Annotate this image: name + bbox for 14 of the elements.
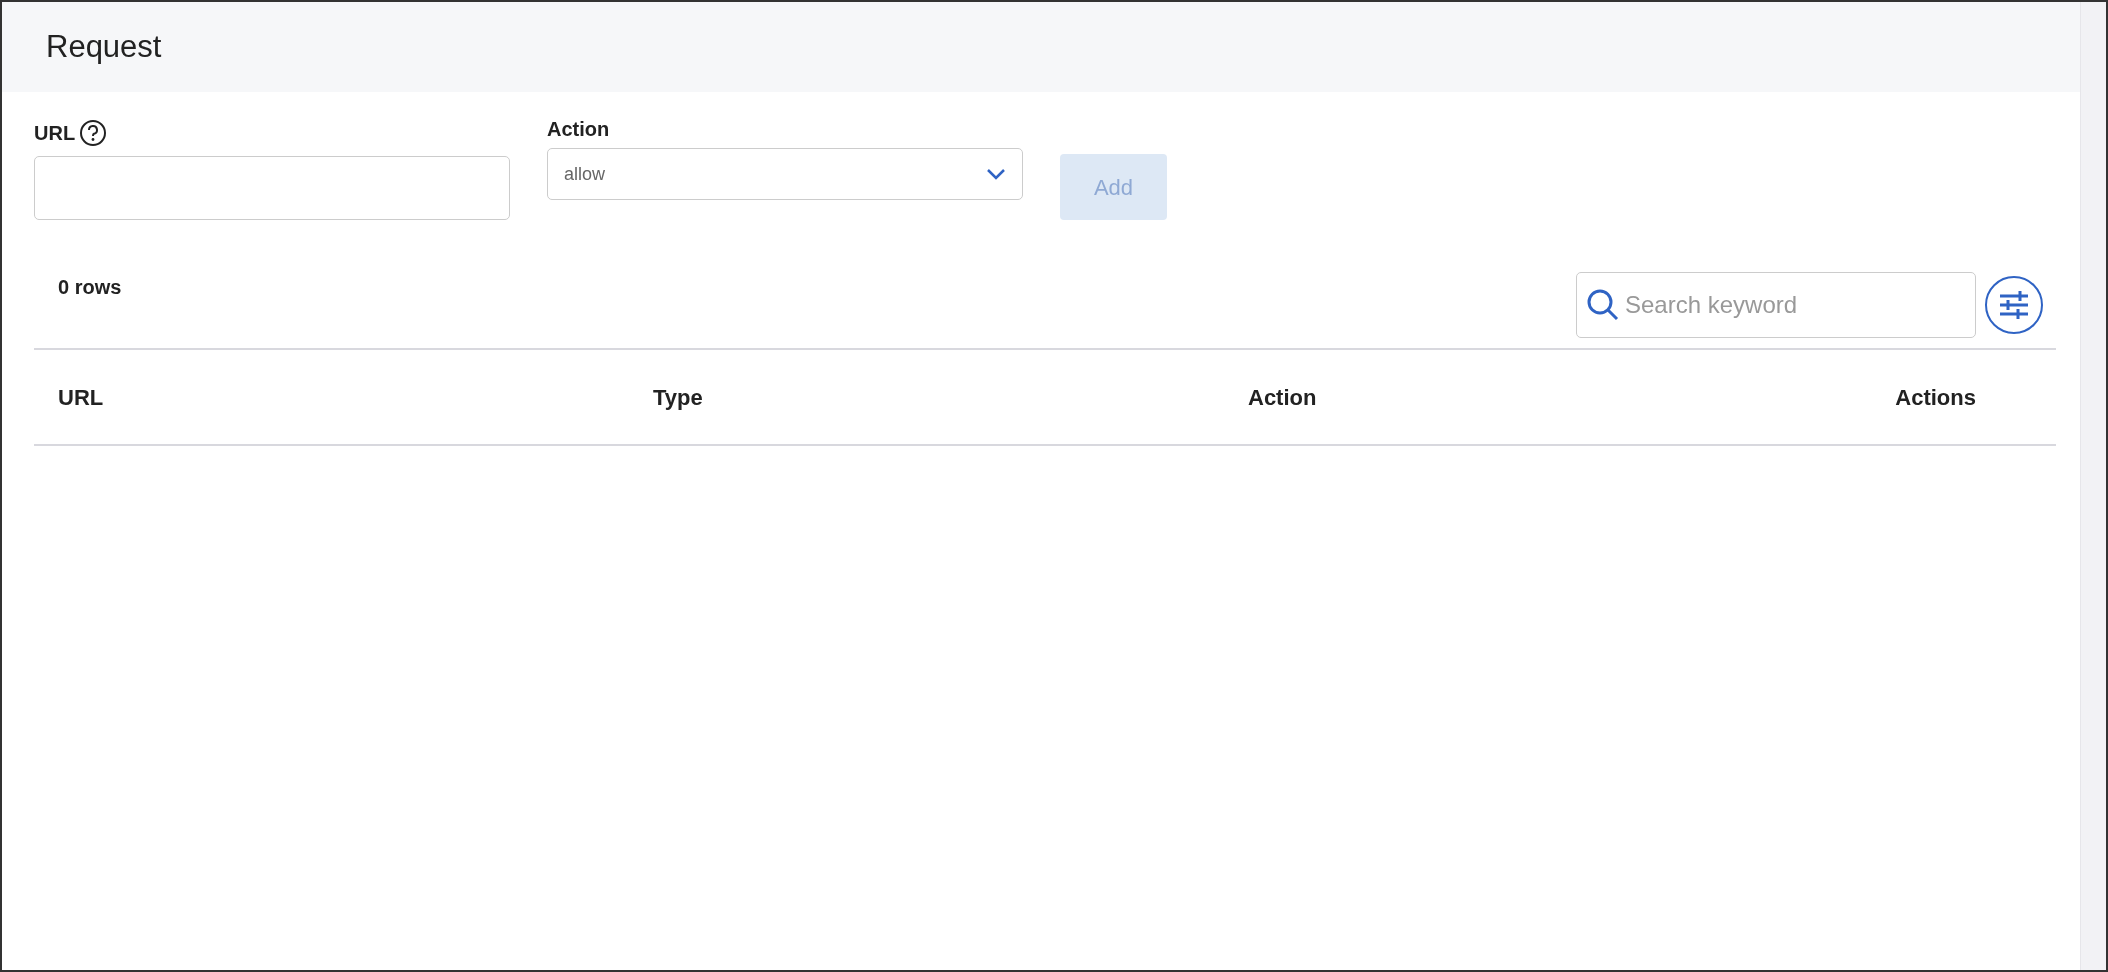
column-header: Type bbox=[653, 383, 704, 412]
action-label: Action bbox=[547, 117, 611, 142]
search-field[interactable]: Search keyword bbox=[1576, 272, 1976, 338]
column-header: Action bbox=[1248, 383, 1318, 412]
action-dropdown[interactable]: allow bbox=[547, 148, 1023, 200]
column-header: Actions bbox=[1894, 383, 1976, 412]
help-icon[interactable] bbox=[79, 119, 108, 147]
url-label: URL bbox=[34, 121, 76, 146]
filter-settings-icon[interactable] bbox=[1984, 275, 2044, 335]
panel-title: Request bbox=[46, 28, 162, 66]
chevron-down-icon bbox=[986, 168, 1006, 180]
row-count: 0 rows bbox=[57, 275, 122, 300]
url-field[interactable] bbox=[34, 156, 510, 220]
column-header: URL bbox=[58, 383, 105, 412]
